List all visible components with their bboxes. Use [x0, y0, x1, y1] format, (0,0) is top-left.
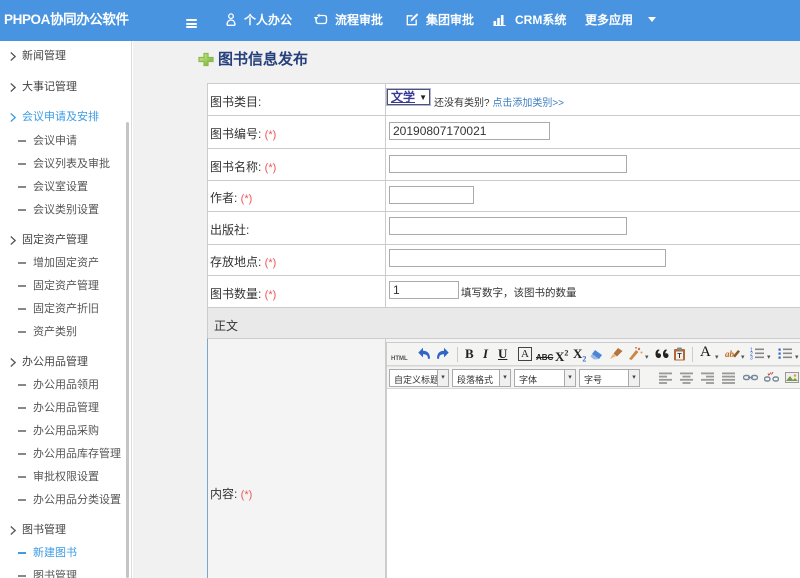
svg-text:3: 3 — [750, 356, 753, 361]
svg-text:T: T — [677, 353, 682, 360]
svg-text:ab: ab — [725, 349, 735, 359]
